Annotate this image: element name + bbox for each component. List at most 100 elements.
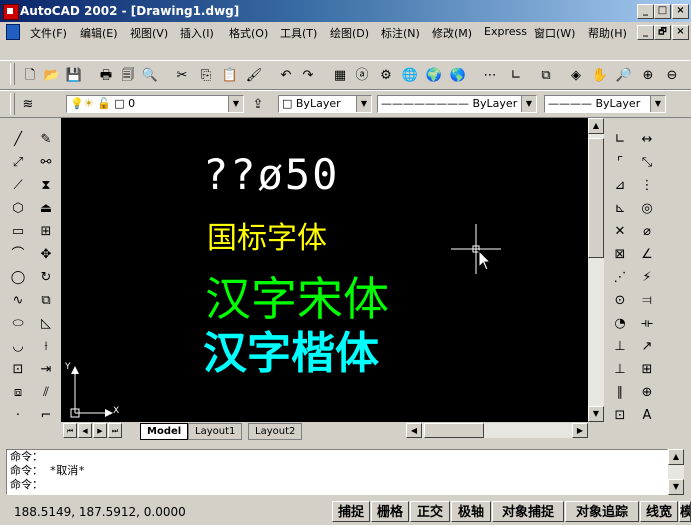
paste-icon[interactable]: 📋 bbox=[220, 65, 240, 85]
menu-format[interactable]: 格式(O) bbox=[229, 25, 268, 41]
snap-endpoint-icon[interactable]: ⊿ bbox=[608, 174, 632, 196]
chevron-down-icon[interactable]: ▼ bbox=[228, 96, 243, 112]
array-icon[interactable]: ⊞ bbox=[34, 220, 58, 242]
menu-help[interactable]: 帮助(H) bbox=[588, 25, 627, 41]
snap-quadrant-icon[interactable]: ◔ bbox=[608, 312, 632, 334]
chevron-down-icon[interactable]: ▼ bbox=[650, 96, 665, 112]
menu-modify[interactable]: 修改(M) bbox=[432, 25, 472, 41]
lineweight-select[interactable]: ———— ByLayer ▼ bbox=[544, 95, 666, 113]
menu-tools[interactable]: 工具(T) bbox=[280, 25, 317, 41]
make-block-icon[interactable]: ⧈ bbox=[6, 381, 30, 403]
print-icon[interactable]: 🖶 bbox=[96, 65, 116, 85]
menu-view[interactable]: 视图(V) bbox=[130, 25, 168, 41]
ellipse-icon[interactable]: ⬭ bbox=[6, 312, 30, 334]
copy-icon[interactable]: ⎘ bbox=[196, 65, 216, 85]
baseline-dim-icon[interactable]: ⫤ bbox=[635, 289, 659, 311]
menu-edit[interactable]: 编辑(E) bbox=[80, 25, 118, 41]
chevron-down-icon[interactable]: ▼ bbox=[521, 96, 536, 112]
extend-icon[interactable]: ⇥ bbox=[34, 358, 58, 380]
print-preview-icon[interactable]: 🗐 bbox=[118, 65, 138, 85]
snap-midpoint-icon[interactable]: ⊾ bbox=[608, 197, 632, 219]
publish-web-icon[interactable]: 🌍 bbox=[424, 65, 444, 85]
toolbar-grip[interactable] bbox=[10, 63, 15, 85]
tab-first-icon[interactable]: ⏮ bbox=[63, 423, 77, 438]
doc-minimize-button[interactable]: _ bbox=[637, 25, 654, 40]
rotate-icon[interactable]: ↻ bbox=[34, 266, 58, 288]
polyline-icon[interactable]: ⟋ bbox=[6, 174, 30, 196]
layer-select[interactable]: 💡☀ 🔓 □ 0 ▼ bbox=[66, 95, 244, 113]
ellipse-arc-icon[interactable]: ◡ bbox=[6, 335, 30, 357]
tracking-icon[interactable]: ⋯ bbox=[480, 65, 500, 85]
tab-prev-icon[interactable]: ◀ bbox=[78, 423, 92, 438]
ortho-toggle[interactable]: 正交 bbox=[410, 501, 450, 522]
polar-toggle[interactable]: 极轴 bbox=[451, 501, 491, 522]
drawing-text-song[interactable]: 汉字宋体 bbox=[205, 276, 389, 322]
drawing-text-kai[interactable]: 汉字楷体 bbox=[203, 332, 379, 376]
menu-draw[interactable]: 绘图(D) bbox=[330, 25, 369, 41]
chevron-down-icon[interactable]: ▼ bbox=[356, 96, 371, 112]
scroll-up-icon[interactable]: ▲ bbox=[668, 449, 684, 465]
stretch-icon[interactable]: ◺ bbox=[34, 312, 58, 334]
tab-last-icon[interactable]: ⏭ bbox=[108, 423, 122, 438]
meet-now-icon[interactable]: ⚙ bbox=[376, 65, 396, 85]
tolerance-icon[interactable]: ⊞ bbox=[635, 358, 659, 380]
new-icon[interactable]: 🗋 bbox=[20, 65, 40, 85]
menu-insert[interactable]: 插入(I) bbox=[180, 25, 214, 41]
snap-intersection-icon[interactable]: ✕ bbox=[608, 220, 632, 242]
chamfer-icon[interactable]: ⌐ bbox=[34, 404, 58, 426]
continue-dim-icon[interactable]: ⟛ bbox=[635, 312, 659, 334]
doc-restore-button[interactable]: 🗗 bbox=[654, 25, 671, 40]
quick-dim-icon[interactable]: ⚡ bbox=[635, 266, 659, 288]
menu-dimension[interactable]: 标注(N) bbox=[381, 25, 420, 41]
layer-properties-icon[interactable]: ≋ bbox=[18, 94, 38, 114]
otrack-toggle[interactable]: 对象追踪 bbox=[565, 501, 639, 522]
scale-icon[interactable]: ⧉ bbox=[34, 289, 58, 311]
snap-from-icon[interactable]: ⌜ bbox=[608, 151, 632, 173]
snap-tangent-icon[interactable]: ⊥ bbox=[608, 335, 632, 357]
dim-edit-icon[interactable]: A bbox=[635, 404, 659, 426]
scroll-up-icon[interactable]: ▲ bbox=[588, 118, 604, 134]
open-icon[interactable]: 📂 bbox=[42, 65, 62, 85]
doc-close-button[interactable]: × bbox=[672, 25, 689, 40]
redo-icon[interactable]: ↷ bbox=[298, 65, 318, 85]
snap-parallel-icon[interactable]: ∥ bbox=[608, 381, 632, 403]
cut-icon[interactable]: ✂ bbox=[172, 65, 192, 85]
hyperlink-icon[interactable]: 🌐 bbox=[400, 65, 420, 85]
autocad-app-icon[interactable] bbox=[3, 4, 19, 20]
tab-model[interactable]: Model bbox=[140, 423, 189, 440]
undo-icon[interactable]: ↶ bbox=[276, 65, 296, 85]
menu-file[interactable]: 文件(F) bbox=[30, 25, 67, 41]
menu-express[interactable]: Express bbox=[484, 25, 527, 38]
design-center-icon[interactable]: ▦ bbox=[330, 65, 350, 85]
diameter-dim-icon[interactable]: ⌀ bbox=[635, 220, 659, 242]
snap-insert-icon[interactable]: ⊡ bbox=[608, 404, 632, 426]
lineweight-toggle[interactable]: 线宽 bbox=[640, 501, 678, 522]
ucs-icon[interactable]: ∟ bbox=[506, 65, 526, 85]
zoom-window-icon[interactable]: ⊕ bbox=[638, 65, 658, 85]
publish-icon[interactable]: 🔍 bbox=[140, 65, 160, 85]
minimize-button[interactable]: _ bbox=[637, 4, 654, 19]
pan-icon[interactable]: ✋ bbox=[590, 65, 610, 85]
offset-icon[interactable]: ⏏ bbox=[34, 197, 58, 219]
insert-block-icon[interactable]: ⊡ bbox=[6, 358, 30, 380]
color-select[interactable]: □ ByLayer ▼ bbox=[278, 95, 372, 113]
scroll-down-icon[interactable]: ▼ bbox=[588, 406, 604, 422]
document-icon[interactable] bbox=[6, 24, 20, 40]
scroll-thumb-vertical[interactable] bbox=[588, 138, 604, 258]
coordinate-readout[interactable]: 188.5149, 187.5912, 0.0000 bbox=[14, 505, 186, 519]
construction-line-icon[interactable]: ⤢ bbox=[6, 151, 30, 173]
polygon-icon[interactable]: ⬡ bbox=[6, 197, 30, 219]
linear-dim-icon[interactable]: ↔ bbox=[635, 128, 659, 150]
erase-icon[interactable]: ✎ bbox=[34, 128, 58, 150]
menu-window[interactable]: 窗口(W) bbox=[534, 25, 575, 41]
zoom-previous-icon[interactable]: ⊖ bbox=[662, 65, 682, 85]
horizontal-scrollbar[interactable]: ◀ ▶ bbox=[406, 423, 588, 438]
scroll-left-icon[interactable]: ◀ bbox=[406, 423, 422, 438]
scroll-right-icon[interactable]: ▶ bbox=[572, 423, 588, 438]
spline-icon[interactable]: ∿ bbox=[6, 289, 30, 311]
mirror-icon[interactable]: ⧗ bbox=[34, 174, 58, 196]
save-icon[interactable]: 💾 bbox=[64, 65, 84, 85]
maximize-button[interactable]: □ bbox=[654, 4, 671, 19]
command-input[interactable]: 命令： bbox=[7, 478, 667, 492]
browser-icon[interactable]: 🌎 bbox=[448, 65, 468, 85]
